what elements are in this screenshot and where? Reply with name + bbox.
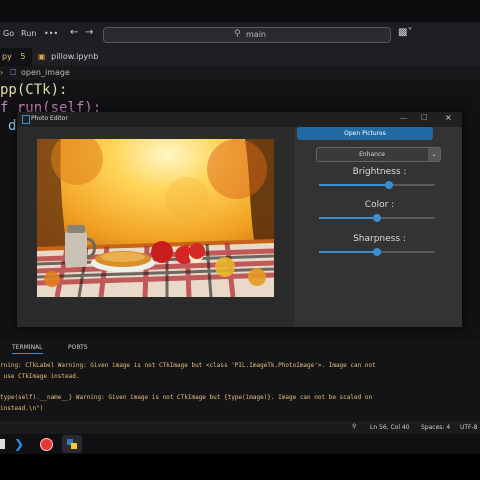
- tab-terminal[interactable]: TERMINAL: [12, 344, 43, 354]
- tab-label: py: [2, 52, 12, 61]
- brightness-fill: [319, 184, 389, 186]
- status-bar: ⚲ Ln 56, Col 40 Spaces: 4 UTF-8: [0, 421, 480, 434]
- indentation[interactable]: Spaces: 4: [421, 424, 450, 431]
- open-pictures-button[interactable]: Open Pictures: [297, 127, 433, 140]
- zoom-icon[interactable]: ⚲: [352, 423, 356, 430]
- close-icon[interactable]: ×: [445, 113, 452, 122]
- problem-count-badge: 5: [20, 52, 26, 61]
- command-center-search[interactable]: ⚲ main: [103, 27, 391, 43]
- back-arrow-icon[interactable]: ←: [70, 27, 78, 38]
- menu-more[interactable]: •••: [44, 29, 58, 38]
- chevron-right-icon: ›: [0, 68, 4, 77]
- color-label: Color :: [364, 200, 395, 210]
- autumn-picnic-photo: [37, 139, 274, 297]
- sharpness-label: Sharpness :: [353, 234, 406, 244]
- sharpness-fill: [319, 251, 377, 253]
- forward-arrow-icon[interactable]: →: [85, 27, 93, 38]
- terminal-panel: TERMINAL 2 PORTS rning: CTkLabel Warning…: [0, 340, 480, 432]
- window-title-bar: Photo Editor — □ ×: [17, 112, 462, 127]
- breadcrumb: › ◻ open_image: [0, 66, 480, 80]
- python-app-icon[interactable]: [62, 435, 82, 453]
- brightness-label: Brightness :: [352, 167, 407, 177]
- menu-go[interactable]: Go: [3, 29, 14, 38]
- code-line: d: [8, 118, 17, 134]
- enhance-dropdown[interactable]: Enhance ⌄: [316, 147, 441, 162]
- vscode-icon[interactable]: ❯: [14, 437, 24, 451]
- terminal-line: use CTkImage instead.: [0, 373, 80, 380]
- taskbar: ❯: [0, 434, 480, 454]
- maximize-icon[interactable]: □: [421, 113, 428, 121]
- menu-run[interactable]: Run: [21, 29, 36, 38]
- terminal-line: rning: CTkLabel Warning: Given image is …: [0, 362, 376, 369]
- tab-ports[interactable]: PORTS: [68, 344, 88, 351]
- window-title: Photo Editor: [31, 115, 68, 122]
- cursor-position[interactable]: Ln 56, Col 40: [370, 424, 410, 431]
- terminal-line: type(self).__name__} Warning: Given imag…: [0, 394, 373, 401]
- screen-bottom: [0, 454, 480, 480]
- terminal-line: instead.\n"): [0, 405, 44, 412]
- breadcrumb-item[interactable]: open_image: [21, 68, 70, 77]
- search-text: main: [246, 30, 266, 39]
- sharpness-slider[interactable]: [319, 248, 435, 256]
- title-bar: Go Run ••• ← → ⚲ main ▩˅: [0, 22, 480, 48]
- chevron-down-icon[interactable]: ⌄: [428, 148, 440, 161]
- minimize-icon[interactable]: —: [400, 114, 407, 122]
- function-icon: ◻: [10, 67, 17, 76]
- code-line: pp(CTk):: [0, 82, 68, 98]
- tab-pillow-ipynb[interactable]: ▣ pillow.ipynb: [38, 48, 118, 66]
- brightness-slider[interactable]: [319, 181, 435, 189]
- search-icon: ⚲: [234, 29, 241, 39]
- recorder-icon[interactable]: [40, 438, 53, 451]
- brightness-handle[interactable]: [384, 181, 393, 189]
- app-icon[interactable]: [0, 439, 5, 449]
- app-icon: [22, 115, 30, 124]
- python-logo-yellow: [71, 443, 77, 449]
- photo-editor-window: Photo Editor — □ ×: [17, 112, 462, 327]
- copilot-icon[interactable]: ▩˅: [398, 27, 412, 38]
- tab-label: pillow.ipynb: [51, 52, 99, 61]
- tab-main-py[interactable]: py 5 ×: [0, 48, 32, 79]
- editor-tabs: py 5 × ▣ pillow.ipynb: [0, 48, 480, 79]
- color-slider[interactable]: [319, 214, 435, 222]
- encoding[interactable]: UTF-8: [460, 424, 478, 431]
- color-fill: [319, 217, 377, 219]
- enhance-selected: Enhance: [359, 151, 385, 158]
- notebook-icon: ▣: [38, 52, 46, 61]
- sharpness-handle[interactable]: [373, 248, 381, 256]
- color-handle[interactable]: [373, 214, 381, 222]
